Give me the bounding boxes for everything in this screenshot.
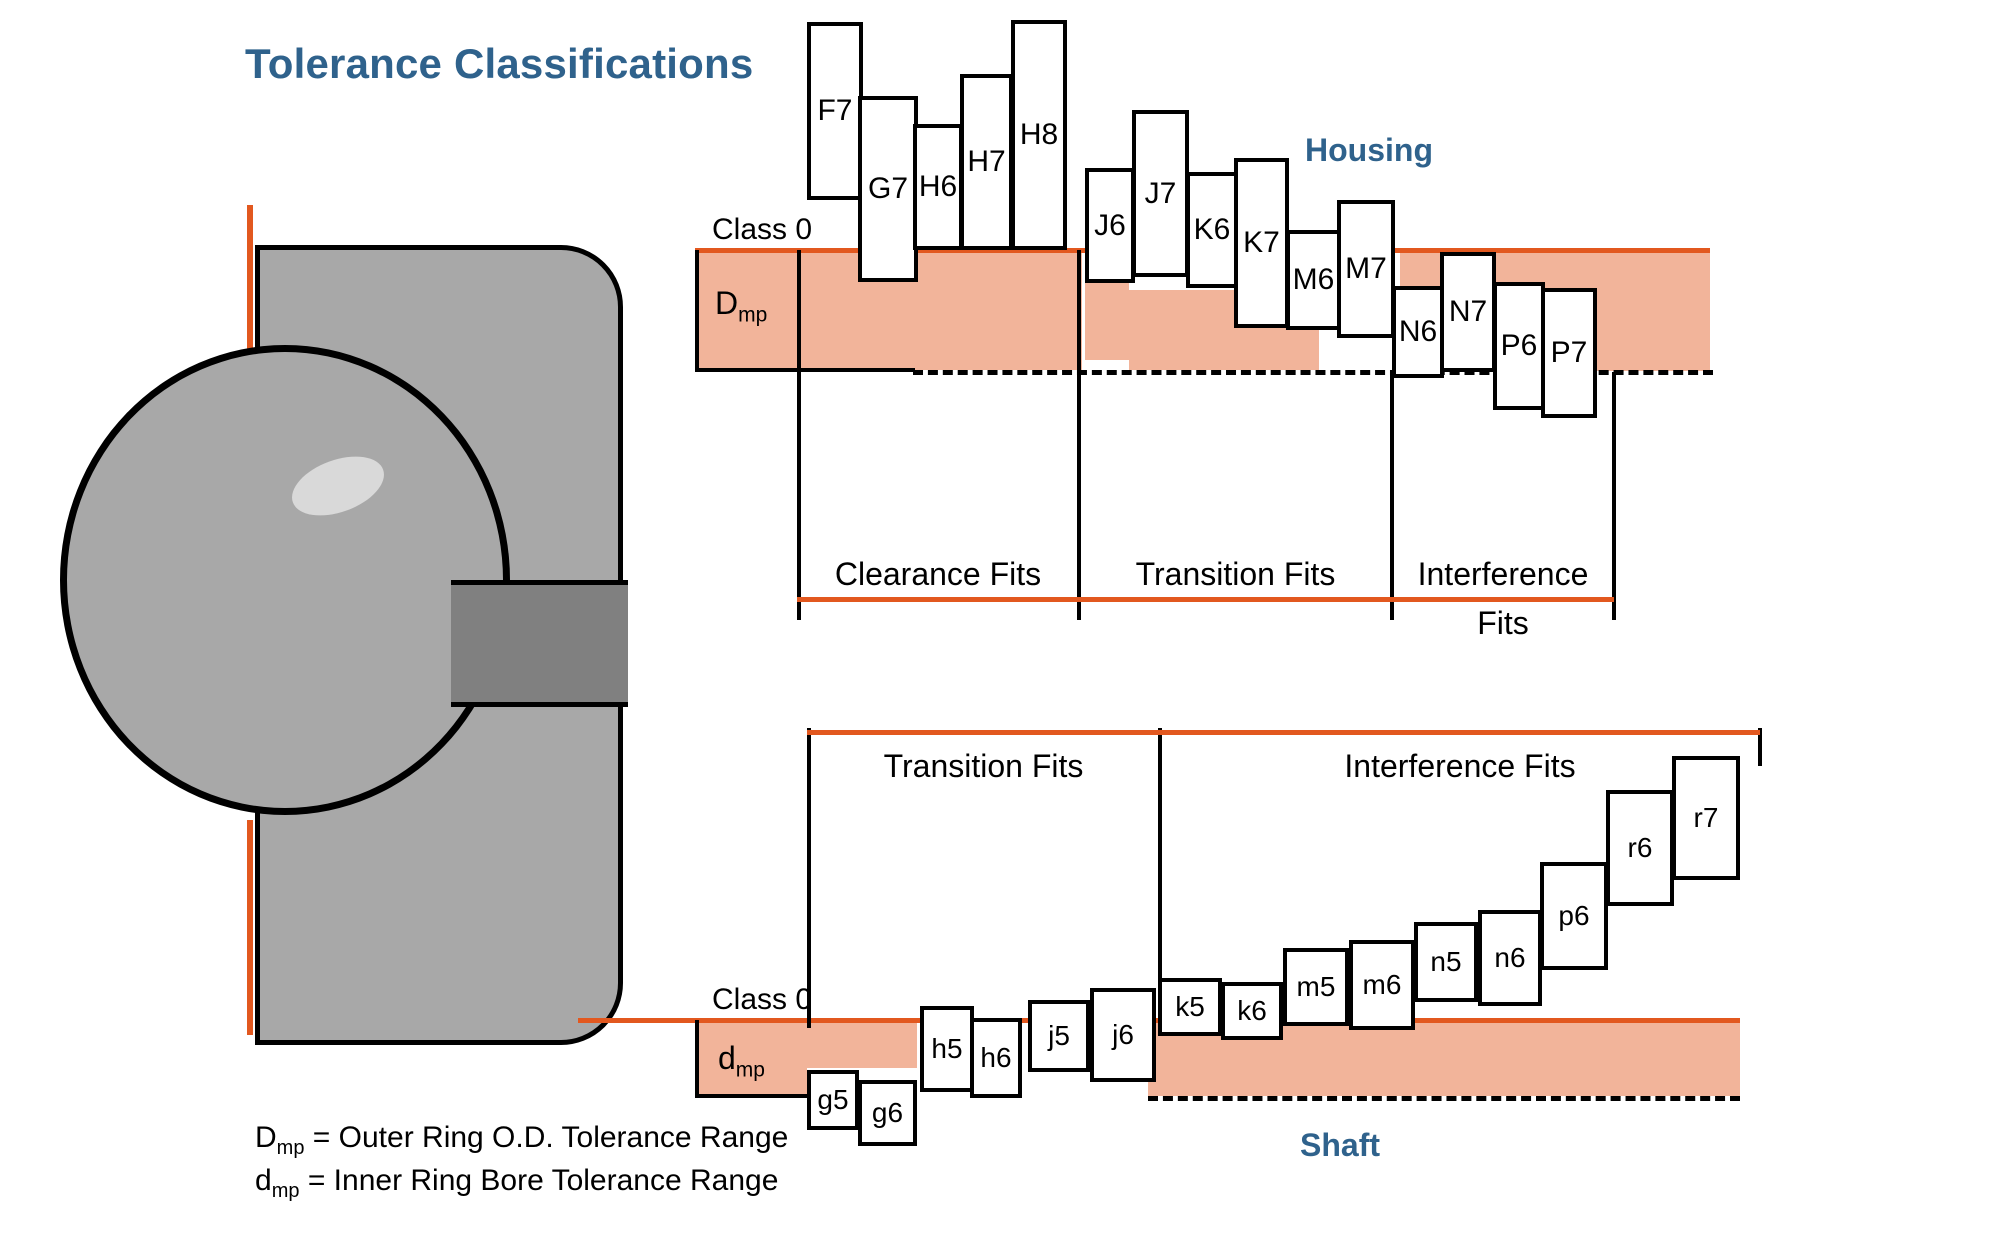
tolerance-box-N6: N6: [1392, 286, 1444, 378]
housing-section-label: Housing: [1305, 132, 1433, 168]
tolerance-box-H7: H7: [960, 74, 1013, 250]
tolerance-box-m5: m5: [1283, 948, 1349, 1026]
tolerance-box-label: r6: [1627, 832, 1653, 863]
legend-line-dmp-upper: Dmp = Outer Ring O.D. Tolerance Range: [255, 1121, 789, 1159]
tolerance-box-J7: J7: [1132, 110, 1189, 277]
tolerance-box-label: j6: [1112, 1019, 1134, 1050]
shaft-band-bottom-left: [695, 1094, 811, 1098]
tolerance-box-label: j5: [1048, 1020, 1070, 1051]
legend-symbol-Dmp: D: [255, 1121, 277, 1154]
tolerance-box-g6: g6: [858, 1080, 917, 1146]
tolerance-box-label: n5: [1430, 946, 1462, 977]
tolerance-box-label: M7: [1345, 252, 1387, 285]
tolerance-box-h6: h6: [970, 1018, 1022, 1098]
tolerance-box-label: g5: [817, 1084, 849, 1115]
tolerance-box-label: F7: [817, 94, 853, 127]
shaft-fit-overline-transition: [807, 730, 1160, 735]
housing-fit-label-interference-line1: Interference: [1417, 556, 1589, 592]
bearing-cross-section-illustration: [60, 245, 635, 1045]
housing-band-bottom-left: [695, 368, 915, 372]
tolerance-box-M7: M7: [1337, 200, 1395, 338]
shaft-fit-label-interference: Interference Fits: [1344, 748, 1576, 784]
bearing-inner-ring-notch: [451, 580, 628, 707]
tolerance-box-label: m5: [1296, 971, 1336, 1002]
housing-class0-label: Class 0: [712, 213, 813, 246]
tolerance-box-m6: m6: [1349, 940, 1415, 1030]
shaft-section-label: Shaft: [1300, 1127, 1380, 1163]
housing-fit-underline-clearance: [797, 597, 1079, 602]
tolerance-box-G7: G7: [858, 96, 918, 282]
tolerance-box-M6: M6: [1286, 230, 1341, 330]
housing-fit-underline-interference: [1392, 597, 1614, 602]
tolerance-box-label: K6: [1193, 213, 1231, 246]
tolerance-box-n6: n6: [1478, 910, 1542, 1006]
tolerance-box-F7: F7: [807, 22, 863, 200]
tolerance-box-label: p6: [1558, 900, 1590, 931]
page-title: Tolerance Classifications: [245, 40, 754, 87]
shaft-band-left-edge: [695, 1020, 699, 1098]
tolerance-box-label: k5: [1175, 991, 1205, 1022]
tolerance-box-label: H8: [1019, 118, 1059, 151]
tolerance-box-label: P7: [1550, 336, 1588, 369]
tolerance-box-n5: n5: [1414, 922, 1478, 1002]
housing-band-left-edge: [695, 250, 699, 372]
shaft-dmp-label: dmp: [718, 1040, 765, 1082]
tolerance-box-label: k6: [1237, 995, 1267, 1026]
tolerance-box-label: J6: [1094, 208, 1126, 242]
legend-line-dmp-lower: dmp = Inner Ring Bore Tolerance Range: [255, 1164, 779, 1203]
legend-text-Dmp: = Outer Ring O.D. Tolerance Range: [304, 1121, 789, 1154]
tolerance-box-label: N7: [1448, 295, 1488, 328]
tolerance-box-K6: K6: [1186, 172, 1238, 288]
tolerance-box-h5: h5: [920, 1006, 974, 1092]
tolerance-box-N7: N7: [1440, 252, 1496, 372]
legend-text-dmp: = Inner Ring Bore Tolerance Range: [299, 1164, 779, 1198]
legend: Dmp = Outer Ring O.D. Tolerance Range dm…: [255, 1118, 788, 1205]
shaft-fit-label-transition: Transition Fits: [883, 748, 1084, 784]
tolerance-box-r6: r6: [1606, 790, 1674, 906]
housing-dmp-band-step: [1129, 290, 1249, 370]
tolerance-box-j6: j6: [1090, 988, 1156, 1082]
tolerance-box-g5: g5: [807, 1070, 859, 1130]
tolerance-box-label: G7: [867, 172, 909, 205]
tolerance-box-label: m6: [1362, 969, 1402, 1000]
tolerance-box-label: r7: [1693, 802, 1719, 833]
tolerance-box-p6: p6: [1540, 862, 1608, 970]
tolerance-box-P7: P7: [1541, 288, 1597, 418]
tolerance-box-j5: j5: [1028, 1000, 1090, 1072]
housing-fit-label-clearance: Clearance Fits: [834, 556, 1042, 592]
shaft-fit-overline-interference: [1160, 730, 1760, 735]
housing-fit-underline-transition: [1079, 597, 1392, 602]
housing-fit-label-interference-line2: Fits: [1477, 605, 1529, 641]
tolerance-box-k6: k6: [1221, 982, 1283, 1040]
tolerance-box-k5: k5: [1158, 978, 1222, 1036]
shaft-dmp-band-mid: [807, 1023, 917, 1068]
tolerance-box-label: K7: [1243, 226, 1280, 259]
tolerance-box-H8: H8: [1011, 20, 1067, 250]
shaft-class0-label: Class 0: [712, 983, 813, 1016]
housing-dmp-label: Dmp: [715, 285, 768, 327]
tolerance-box-K7: K7: [1234, 158, 1289, 328]
tolerance-box-label: J7: [1144, 176, 1177, 210]
legend-symbol-dmp: d: [255, 1164, 272, 1198]
bearing-outer-ring: [60, 245, 628, 1045]
tolerance-box-label: n6: [1494, 942, 1526, 973]
tolerance-box-label: N6: [1398, 315, 1438, 348]
tolerance-box-label: h5: [931, 1033, 963, 1064]
tolerance-box-J6: J6: [1085, 168, 1135, 283]
tolerance-box-label: h6: [980, 1042, 1012, 1073]
tolerance-box-H6: H6: [913, 124, 963, 250]
housing-fit-label-transition: Transition Fits: [1135, 556, 1336, 592]
tolerance-box-label: P6: [1500, 329, 1538, 362]
tolerance-box-label: H6: [918, 170, 958, 203]
tolerance-box-label: g6: [871, 1097, 904, 1128]
shaft-band-bottom-dashed: [1148, 1096, 1740, 1101]
diagram-canvas: Tolerance Classifications Housing Shaft …: [0, 0, 2000, 1248]
bearing-rail-bottom: [247, 820, 253, 1035]
tolerance-box-label: H7: [967, 145, 1006, 178]
tolerance-box-label: M6: [1292, 263, 1335, 296]
bearing-ball-shape: [60, 345, 510, 815]
tolerance-box-P6: P6: [1493, 282, 1545, 410]
